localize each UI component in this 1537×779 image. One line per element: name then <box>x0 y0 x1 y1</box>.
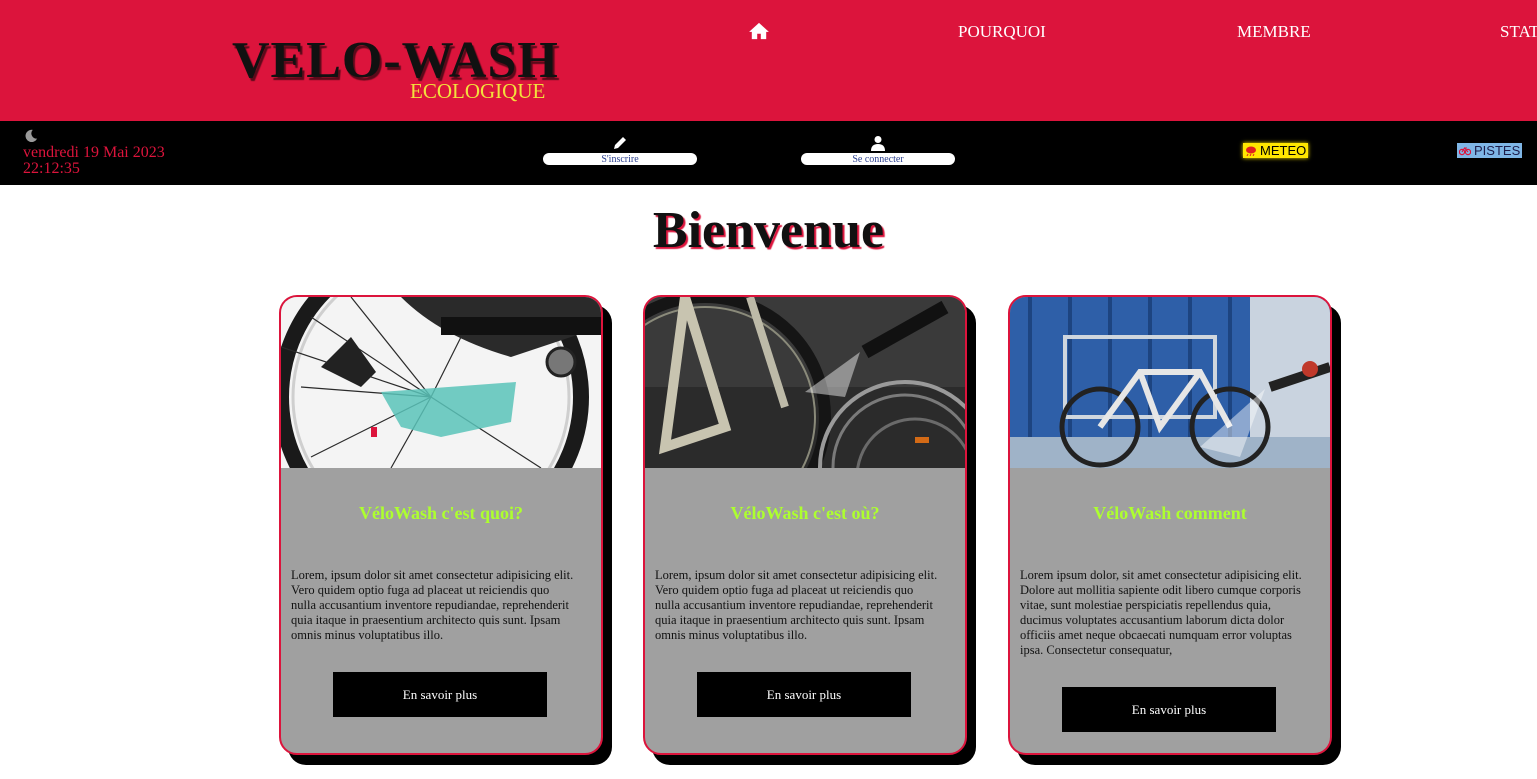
learn-more-button[interactable]: En savoir plus <box>333 672 547 717</box>
pencil-icon <box>614 137 626 149</box>
pistes-label: PISTES <box>1474 143 1521 158</box>
page-title: Bienvenue <box>652 202 885 259</box>
card-title: VéloWash c'est quoi? <box>358 503 523 523</box>
learn-more-button[interactable]: En savoir plus <box>697 672 911 717</box>
card-image-chain-cleaner <box>281 297 601 468</box>
login-button[interactable]: Se connecter <box>801 153 955 165</box>
pistes-link[interactable]: PISTES <box>1457 143 1523 158</box>
card-where: VéloWash c'est où? Lorem, ipsum dolor si… <box>643 295 967 755</box>
card-text: Lorem, ipsum dolor sit amet consectetur … <box>291 568 574 642</box>
user-icon <box>871 136 885 151</box>
top-bar: vendredi 19 Mai 2023 22:12:35 S'inscrire… <box>0 121 1537 185</box>
card-what: VéloWash c'est quoi? Lorem, ipsum dolor … <box>279 295 603 755</box>
card-image-bike-wash <box>645 297 965 468</box>
meteo-label: METEO <box>1260 143 1307 158</box>
card-title: VéloWash comment <box>1093 503 1247 523</box>
nav-membre[interactable]: MEMBRE <box>1237 22 1311 42</box>
card-text: Lorem, ipsum dolor sit amet consectetur … <box>655 568 938 642</box>
logo-subtitle: ECOLOGIQUE <box>410 79 546 103</box>
moon-icon[interactable] <box>24 129 38 143</box>
bike-icon <box>1459 147 1471 156</box>
site-header: VELO-WASH ECOLOGIQUE POURQUOI MEMBRE STA… <box>0 0 1537 121</box>
nav-stat[interactable]: STAT <box>1500 22 1537 42</box>
nav-pourquoi[interactable]: POURQUOI <box>958 22 1046 42</box>
card-title: VéloWash c'est où? <box>730 503 880 523</box>
home-icon[interactable] <box>748 22 770 40</box>
learn-more-button[interactable]: En savoir plus <box>1062 687 1276 732</box>
card-image-pressure-wash <box>1010 297 1330 468</box>
signup-button[interactable]: S'inscrire <box>543 153 697 165</box>
datetime-display: vendredi 19 Mai 2023 22:12:35 <box>23 145 165 177</box>
weather-icon <box>1246 146 1256 156</box>
current-time: 22:12:35 <box>23 160 80 177</box>
card-how: VéloWash comment Lorem ipsum dolor, sit … <box>1008 295 1332 755</box>
current-date: vendredi 19 Mai 2023 <box>23 144 165 161</box>
meteo-link[interactable]: METEO <box>1243 143 1309 158</box>
card-text: Lorem ipsum dolor, sit amet consectetur … <box>1020 568 1302 657</box>
